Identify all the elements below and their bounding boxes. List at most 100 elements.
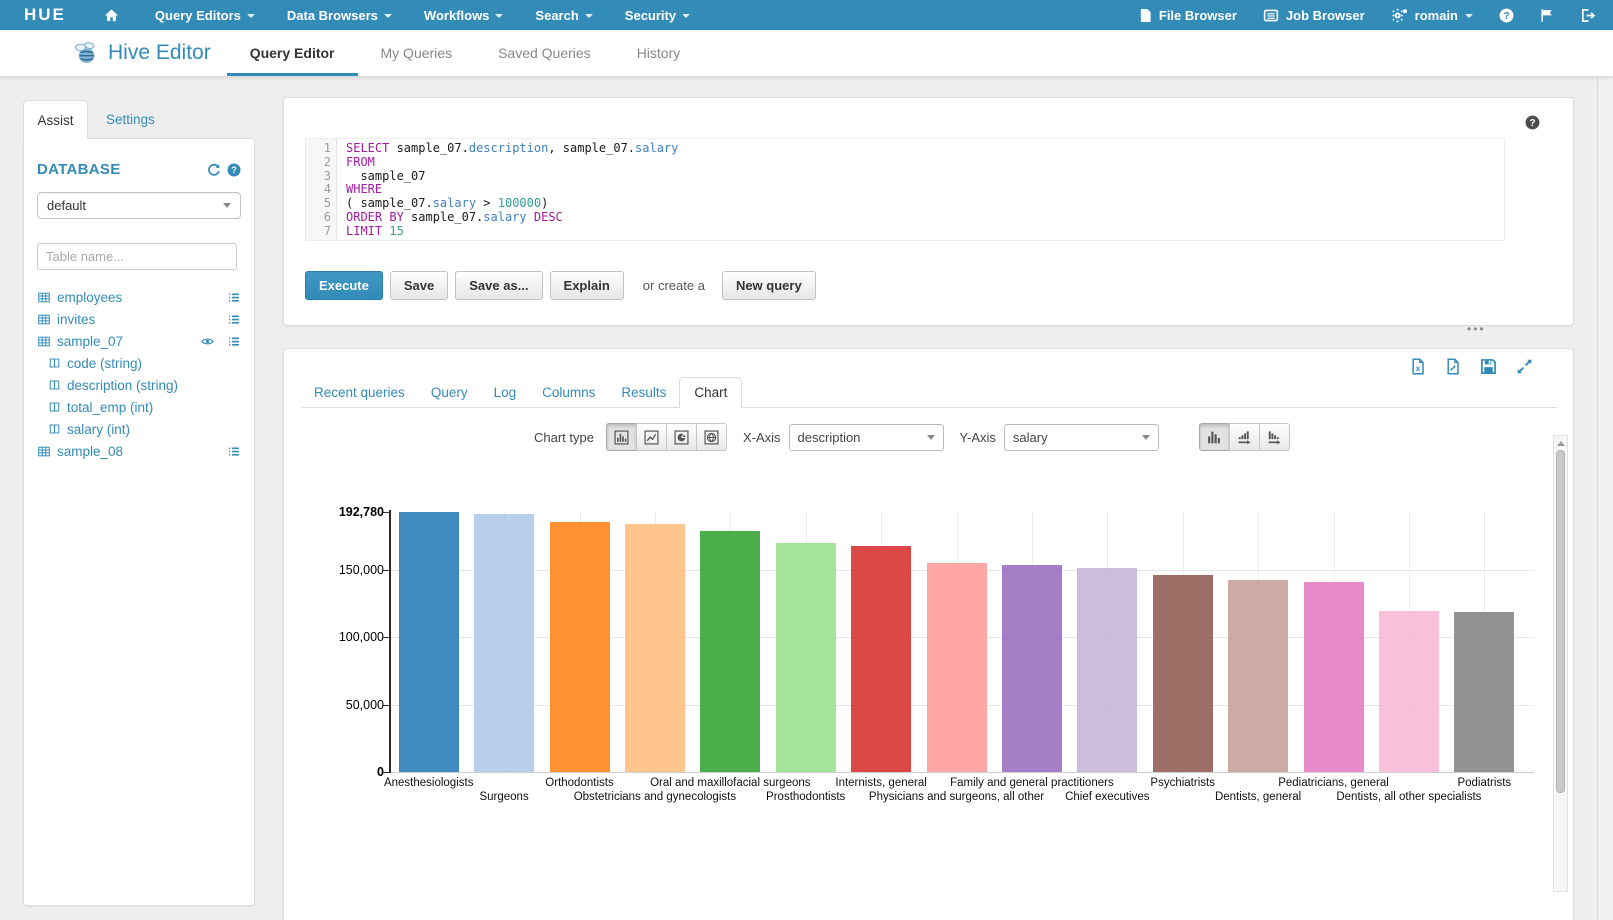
- list-icon[interactable]: [227, 291, 241, 304]
- sign-out-icon: [1580, 8, 1595, 23]
- table-item-sample_08[interactable]: sample_08: [35, 440, 243, 462]
- line-chart-button[interactable]: [636, 423, 667, 451]
- new-query-button[interactable]: New query: [722, 271, 816, 300]
- column-item-code[interactable]: code (string): [35, 352, 243, 374]
- nav-file-browser[interactable]: File Browser: [1139, 8, 1237, 23]
- y-axis-label: Y-Axis: [960, 430, 996, 445]
- table-filter-input[interactable]: [37, 243, 237, 270]
- map-chart-button[interactable]: [696, 423, 727, 451]
- table-item-sample_07[interactable]: sample_07: [35, 330, 243, 352]
- bar-chief-executives[interactable]: [1077, 568, 1137, 772]
- bar-obstetricians-and-gynecologists[interactable]: [625, 524, 685, 772]
- bars-sorted-asc-button[interactable]: [1229, 423, 1260, 451]
- bar-chart-button[interactable]: [606, 423, 637, 451]
- column-icon: [48, 423, 61, 435]
- bar-physicians-and-surgeons-all-other[interactable]: [927, 563, 987, 772]
- subtab-saved-queries[interactable]: Saved Queries: [475, 30, 614, 76]
- column-item-description[interactable]: description (string): [35, 374, 243, 396]
- pie-chart-button[interactable]: [666, 423, 697, 451]
- x-axis-select[interactable]: description: [789, 424, 944, 451]
- nav-menu-data-browsers[interactable]: Data Browsers: [287, 8, 392, 23]
- column-item-salary[interactable]: salary (int): [35, 418, 243, 440]
- bar-podiatrists[interactable]: [1454, 612, 1514, 772]
- subtab-my-queries[interactable]: My Queries: [358, 30, 476, 76]
- y-tick-label: 192,780: [304, 505, 384, 519]
- hue-logo[interactable]: HUE: [24, 5, 66, 25]
- bar-dentists-general[interactable]: [1228, 580, 1288, 772]
- tree-item-label: salary (int): [67, 422, 130, 437]
- y-axis-select[interactable]: salary: [1004, 424, 1159, 451]
- nav-romain[interactable]: romain: [1391, 8, 1473, 23]
- file-icon: [1139, 8, 1152, 23]
- table-item-employees[interactable]: employees: [35, 286, 243, 308]
- bar-surgeons[interactable]: [474, 514, 534, 772]
- sql-line-5: ( sample_07.salary > 100000): [346, 197, 1504, 211]
- page-scrollbar[interactable]: [1597, 77, 1613, 920]
- panel-resize-handle[interactable]: •••: [1467, 322, 1486, 336]
- subtab-query-editor[interactable]: Query Editor: [227, 30, 358, 76]
- results-tab-columns[interactable]: Columns: [529, 378, 608, 407]
- explain-button[interactable]: Explain: [550, 271, 624, 300]
- bar-oral-and-maxillofacial-surgeons[interactable]: [700, 531, 760, 772]
- database-select[interactable]: default: [37, 192, 241, 219]
- tab-settings[interactable]: Settings: [106, 112, 155, 127]
- bar-family-and-general-practitioners[interactable]: [1002, 565, 1062, 772]
- chevron-down-icon: [223, 203, 231, 208]
- database-section-title: DATABASE: [37, 161, 121, 178]
- results-tab-results[interactable]: Results: [608, 378, 679, 407]
- bar-dentists-all-other-specialists[interactable]: [1379, 611, 1439, 772]
- eye-icon[interactable]: [200, 335, 215, 348]
- nav-sign-out-icon[interactable]: [1580, 8, 1595, 23]
- assist-tabbar: Assist Settings: [23, 99, 155, 139]
- y-tick-mark: [383, 512, 389, 513]
- bar-psychiatrists[interactable]: [1153, 575, 1213, 772]
- results-tab-log[interactable]: Log: [481, 378, 530, 407]
- save-button[interactable]: Save: [390, 271, 448, 300]
- list-icon[interactable]: [227, 335, 241, 348]
- editor-help-icon[interactable]: ?: [1525, 115, 1540, 130]
- help-circle-icon[interactable]: ?: [227, 163, 241, 177]
- y-tick-mark: [383, 637, 389, 638]
- subtab-history[interactable]: History: [614, 30, 704, 76]
- nav-flag-icon[interactable]: [1540, 8, 1554, 23]
- chart-scrollbar[interactable]: [1553, 435, 1568, 892]
- column-item-total_emp[interactable]: total_emp (int): [35, 396, 243, 418]
- bars-vertical-button[interactable]: [1199, 423, 1230, 451]
- table-item-invites[interactable]: invites: [35, 308, 243, 330]
- results-tab-chart[interactable]: Chart: [679, 377, 742, 408]
- nav-question-circle-icon[interactable]: ?: [1499, 8, 1514, 23]
- scrollbar-thumb[interactable]: [1556, 450, 1565, 793]
- bar-prosthodontists[interactable]: [776, 543, 836, 772]
- nav-job-browser[interactable]: Job Browser: [1263, 8, 1365, 23]
- scroll-up-arrow-icon[interactable]: [1557, 441, 1565, 446]
- list-icon[interactable]: [227, 313, 241, 326]
- nav-menu-search[interactable]: Search: [535, 8, 592, 23]
- nav-menu-workflows[interactable]: Workflows: [424, 8, 504, 23]
- tab-assist[interactable]: Assist: [23, 100, 88, 139]
- download-csv-icon[interactable]: [1445, 358, 1461, 375]
- sql-editor[interactable]: 1234567 SELECT sample_07.description, sa…: [305, 138, 1505, 241]
- bar-pediatricians-general[interactable]: [1304, 582, 1364, 772]
- hive-editor-brand[interactable]: Hive Editor: [72, 30, 211, 76]
- bar-anesthesiologists[interactable]: [399, 512, 459, 772]
- bar-internists-general[interactable]: [851, 546, 911, 772]
- results-tab-query[interactable]: Query: [418, 378, 481, 407]
- save-as-button[interactable]: Save as...: [455, 271, 542, 300]
- flag-icon: [1540, 8, 1554, 23]
- home-icon[interactable]: [104, 8, 119, 23]
- table-icon: [37, 313, 51, 326]
- nav-menu-query-editors[interactable]: Query Editors: [155, 8, 255, 23]
- editor-code[interactable]: SELECT sample_07.description, sample_07.…: [337, 139, 1504, 240]
- nav-menu-security[interactable]: Security: [625, 8, 690, 23]
- refresh-icon[interactable]: [207, 163, 221, 177]
- bars-sorted-desc-button[interactable]: [1259, 423, 1290, 451]
- bar-orthodontists[interactable]: [550, 522, 610, 772]
- list-icon[interactable]: [227, 445, 241, 458]
- expand-icon[interactable]: [1516, 358, 1533, 375]
- results-tab-recent-queries[interactable]: Recent queries: [301, 378, 418, 407]
- download-excel-icon[interactable]: x: [1410, 358, 1426, 375]
- chevron-down-icon: [682, 14, 690, 18]
- execute-button[interactable]: Execute: [305, 271, 383, 300]
- save-icon[interactable]: [1480, 358, 1497, 375]
- assist-panel: DATABASE ? default employeesinvitessampl…: [23, 138, 255, 906]
